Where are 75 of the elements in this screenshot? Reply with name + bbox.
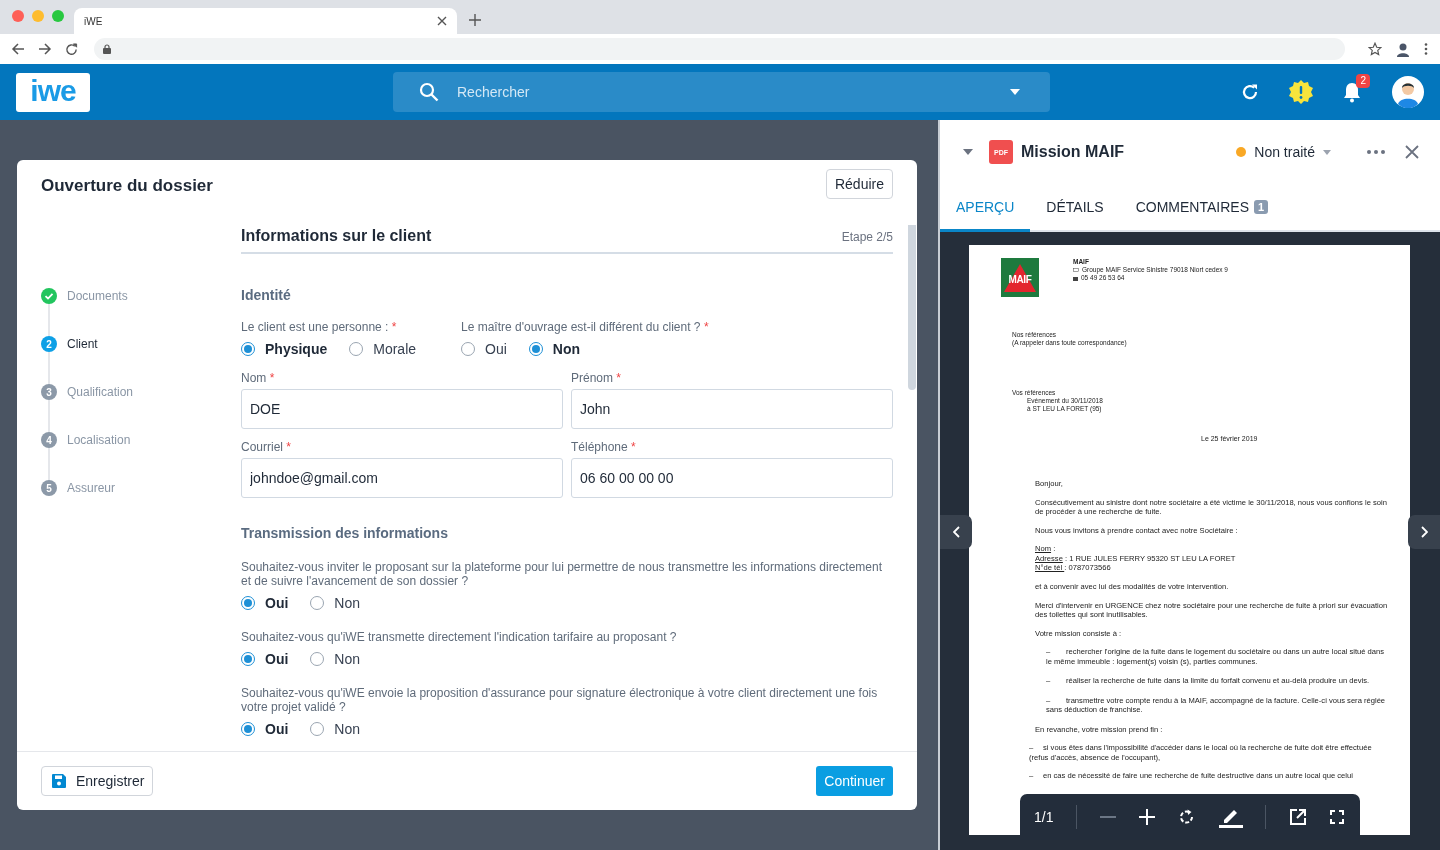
- field-label: Téléphone *: [571, 440, 637, 454]
- field-label: Nom *: [241, 371, 276, 385]
- subsection-title: Transmission des informations: [241, 525, 449, 541]
- fullscreen-icon[interactable]: [1329, 810, 1344, 824]
- input-field[interactable]: 06 60 00 00 00: [571, 458, 893, 498]
- field-label: Courriel *: [241, 440, 293, 454]
- search-input[interactable]: Rechercher: [455, 83, 994, 101]
- input-field[interactable]: John: [571, 389, 893, 429]
- menu-icon[interactable]: [1424, 43, 1428, 55]
- section-title: Informations sur le client: [241, 227, 432, 245]
- question-label: Souhaitez-vous qu'iWE transmette directement l'indication tarifaire au proposant ?: [241, 630, 678, 644]
- caret-icon[interactable]: [963, 149, 973, 155]
- step-indicator: Etape 2/5: [841, 230, 893, 244]
- lock-icon: [103, 44, 111, 54]
- step-number: 2: [41, 336, 57, 352]
- radio-option[interactable]: Oui: [241, 721, 289, 737]
- next-page-button[interactable]: [1408, 515, 1440, 549]
- input-field[interactable]: DOE: [241, 389, 563, 429]
- forward-icon[interactable]: [38, 42, 52, 56]
- reduce-button[interactable]: Réduire: [825, 169, 893, 199]
- step-number: 5: [41, 480, 57, 496]
- radio-option[interactable]: Non: [310, 651, 361, 667]
- field-label: Prénom *: [571, 371, 623, 385]
- save-button[interactable]: Enregistrer: [41, 766, 154, 796]
- radio-option[interactable]: Non: [310, 721, 361, 737]
- external-link-icon[interactable]: [1289, 808, 1308, 826]
- status-dropdown[interactable]: Non traité: [1236, 144, 1331, 160]
- refresh-icon[interactable]: [1240, 82, 1260, 102]
- radio-option[interactable]: Physique: [241, 341, 328, 357]
- chevron-right-icon: [1420, 526, 1428, 538]
- tab[interactable]: DÉTAILS: [1030, 184, 1120, 232]
- search-field[interactable]: Rechercher: [393, 72, 1050, 112]
- close-icon[interactable]: [1405, 145, 1419, 159]
- step-number: 4: [41, 432, 57, 448]
- radio-option[interactable]: Oui: [241, 595, 289, 611]
- step-number: 3: [41, 384, 57, 400]
- address-field[interactable]: [94, 38, 1345, 60]
- radio-option[interactable]: Oui: [241, 651, 289, 667]
- subsection-title: Identité: [241, 287, 292, 303]
- tab[interactable]: COMMENTAIRES 1: [1119, 184, 1285, 232]
- rotate-icon[interactable]: [1177, 808, 1196, 826]
- radio-option[interactable]: Non: [310, 595, 361, 611]
- reload-icon[interactable]: [65, 42, 78, 56]
- phone-icon: [1073, 275, 1078, 281]
- notification-badge: 2: [1356, 74, 1370, 88]
- input-field[interactable]: johndoe@gmail.com: [241, 458, 563, 498]
- page-indicator: 1/1: [1034, 809, 1054, 825]
- question-label: Le maître d'ouvrage est-il différent du client ? *: [461, 320, 710, 334]
- browser-tab[interactable]: iWE: [74, 8, 457, 34]
- radio-option[interactable]: Morale: [349, 341, 417, 357]
- star-icon[interactable]: [1368, 42, 1382, 56]
- question-label: Souhaitez-vous inviter le proposant sur la plateforme pour lui permettre de nous transmettre les informations directement et de suivre l'avancement de son dossier ?: [241, 560, 883, 588]
- radio-option[interactable]: Non: [528, 341, 580, 357]
- question-label: Le client est une personne : *: [241, 320, 398, 334]
- question-label: Souhaitez-vous qu'iWE envoie la proposition d'assurance pour signature électronique à votre client directement une fois votre projet validé ?: [241, 686, 879, 714]
- zoom-in-icon[interactable]: [1138, 809, 1155, 825]
- previous-page-button[interactable]: [940, 515, 972, 549]
- avatar[interactable]: [1392, 76, 1424, 108]
- alert-badge-icon[interactable]: [1288, 79, 1314, 105]
- bell-icon[interactable]: [1342, 81, 1362, 103]
- count-badge: 1: [1254, 199, 1269, 214]
- new-tab-icon[interactable]: [469, 14, 481, 26]
- search-icon: [419, 82, 439, 102]
- profile-icon[interactable]: [1395, 41, 1411, 57]
- envelope-icon: [1073, 268, 1079, 272]
- document-title: Mission MAIF: [1021, 143, 1125, 161]
- chevron-left-icon: [952, 526, 960, 538]
- radio-option[interactable]: Oui: [461, 341, 507, 357]
- dialog-title: Ouverture du dossier: [41, 176, 213, 196]
- back-icon[interactable]: [11, 42, 25, 56]
- caret-icon: [1323, 149, 1331, 155]
- more-icon[interactable]: [1367, 150, 1385, 154]
- close-icon[interactable]: [437, 16, 447, 26]
- step-item[interactable]: 2 Client: [41, 336, 241, 352]
- caret-icon[interactable]: [1010, 89, 1020, 95]
